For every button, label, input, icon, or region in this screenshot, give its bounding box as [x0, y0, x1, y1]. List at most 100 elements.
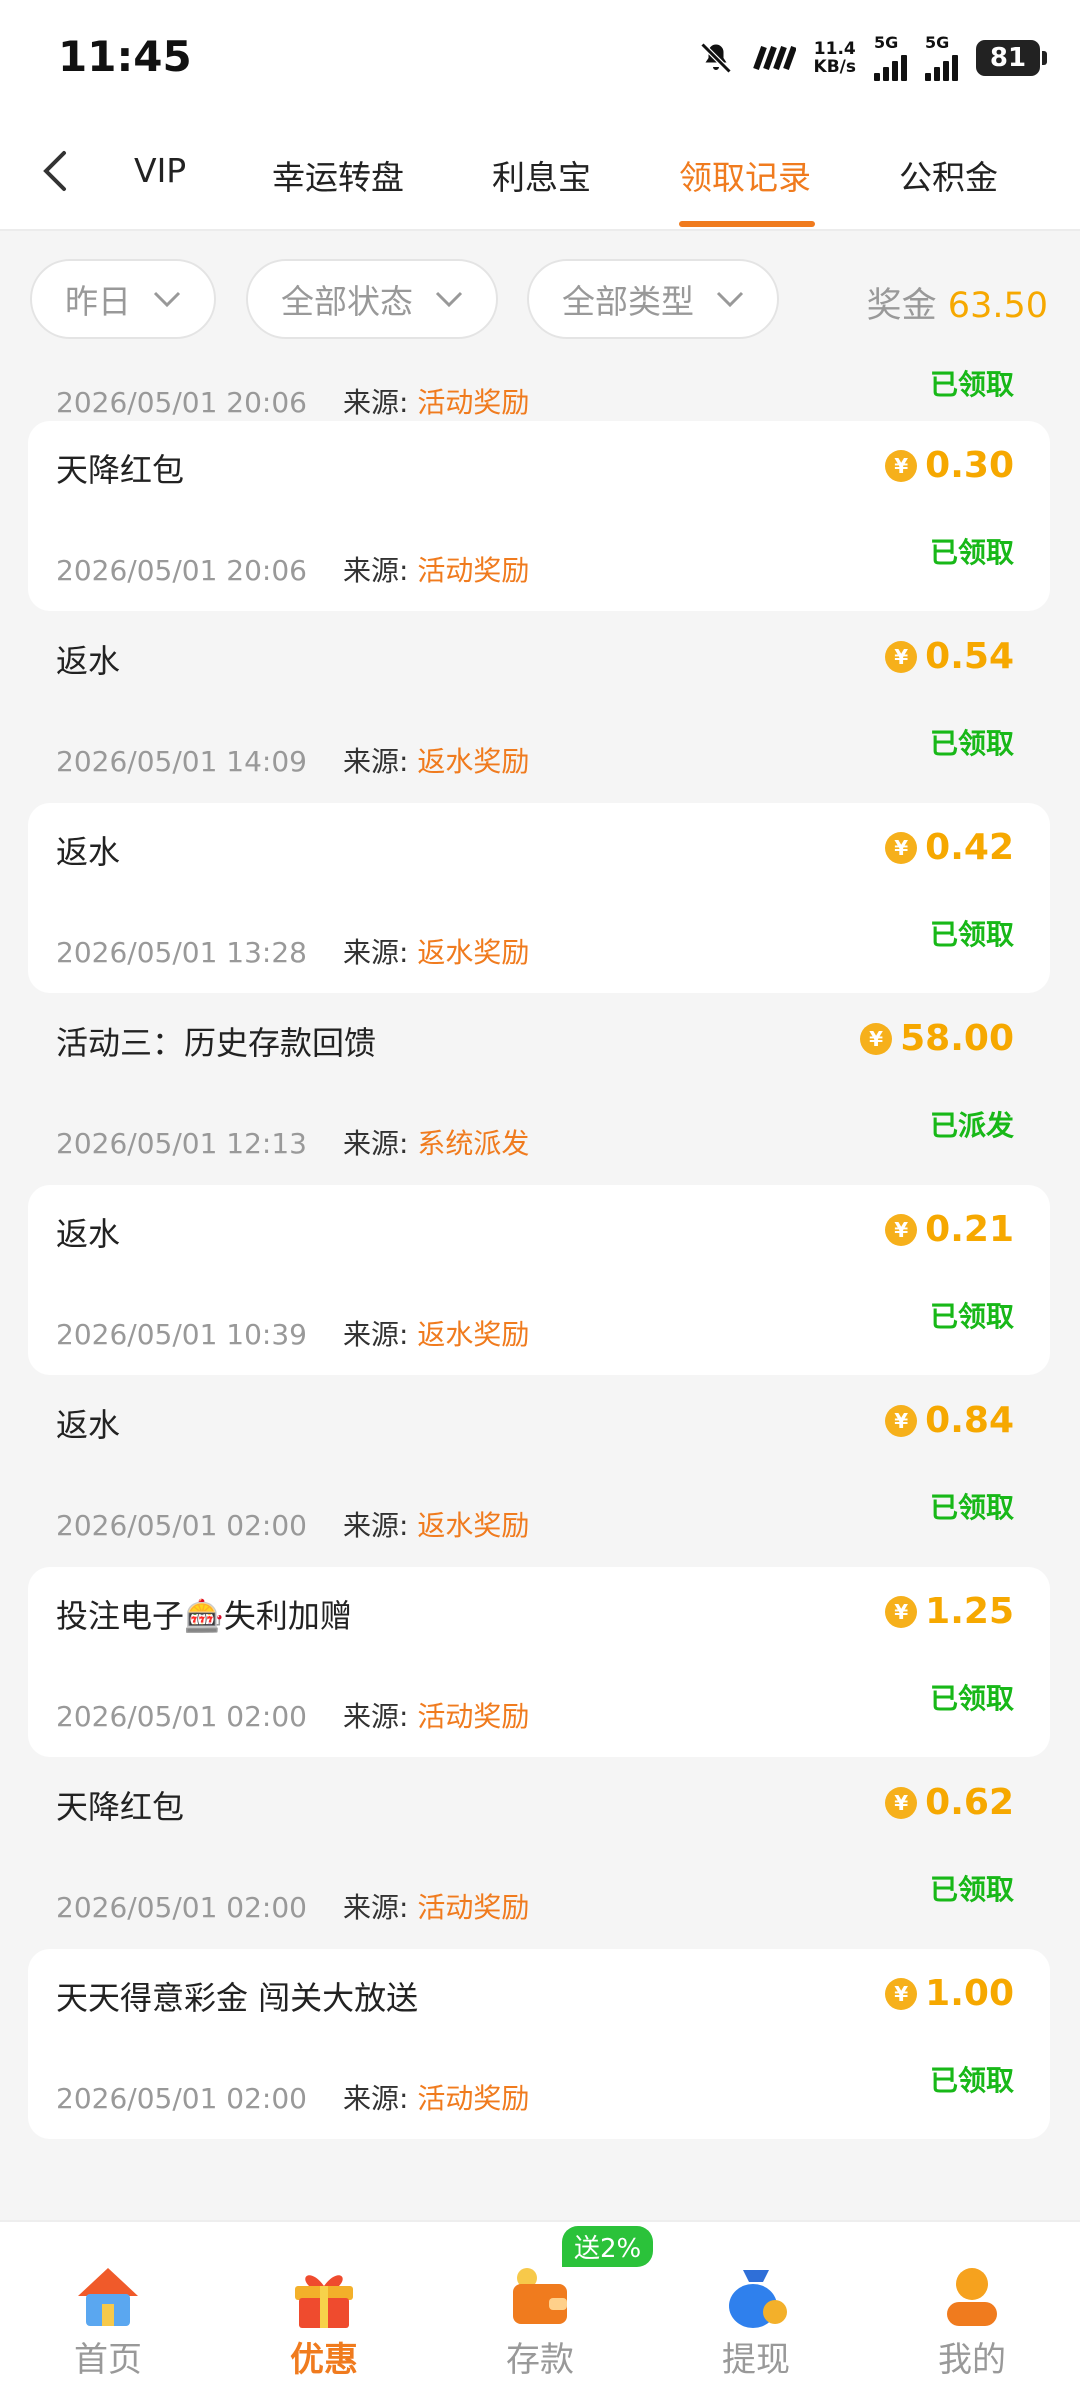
record-title: 返水: [56, 1406, 121, 1444]
record-source: 返水奖励: [417, 1318, 530, 1351]
record-status: 已领取: [929, 727, 1014, 760]
record-source-label: 来源:: [342, 1700, 409, 1733]
record-amount-value: 1.00: [925, 1973, 1014, 2014]
record-source-label: 来源:: [342, 386, 409, 419]
record-source: 返水奖励: [417, 936, 530, 969]
nav-deposit[interactable]: 存款: [460, 2260, 620, 2381]
status-filter[interactable]: 全部状态: [246, 259, 498, 339]
nav-mine-label: 我的: [938, 2340, 1006, 2380]
record-meta: 2026/05/01 20:06 来源: 活动奖励: [56, 381, 529, 421]
nav-withdraw[interactable]: 提现: [676, 2260, 836, 2381]
nav-promo[interactable]: 优惠: [244, 2260, 404, 2381]
record-source: 活动奖励: [417, 554, 530, 587]
record-title: 投注电子🎰失利加赠: [56, 1597, 352, 1635]
record-title: 返水: [56, 642, 121, 680]
record-time: 2026/05/01 10:39: [56, 1318, 307, 1351]
record-title: 天降红包: [56, 1788, 185, 1826]
tab-provident-fund[interactable]: 公积金: [899, 151, 998, 199]
chevron-down-icon: [153, 291, 181, 308]
record-status: 已领取: [929, 1682, 1014, 1715]
record-source: 活动奖励: [417, 2082, 530, 2115]
battery-icon: 81: [976, 40, 1047, 76]
coin-icon: ¥: [885, 1977, 918, 2010]
bonus-label: 奖金: [866, 286, 937, 326]
record-source-label: 来源:: [342, 936, 409, 969]
record-source: 系统派发: [417, 1127, 530, 1160]
record-status: 已领取: [929, 918, 1014, 951]
status-icons: 11.4 KB/s 5G 5G 81: [698, 34, 1047, 82]
record-amount: ¥0.54: [885, 636, 1014, 677]
coin-icon: ¥: [885, 1595, 918, 1628]
signal-1: 5G: [874, 35, 907, 81]
network-logo-icon: [752, 36, 796, 80]
record-source-label: 来源:: [342, 745, 409, 778]
record-time: 2026/05/01 02:00: [56, 1891, 307, 1924]
record-title: 返水: [56, 1215, 121, 1253]
record-amount: ¥0.21: [885, 1209, 1014, 1250]
record-amount: ¥1.25: [885, 1591, 1014, 1632]
signal-2: 5G: [925, 35, 958, 81]
tab-claim-records[interactable]: 领取记录: [679, 151, 811, 199]
record-amount: ¥58.00: [860, 1018, 1014, 1059]
record-amount-value: 58.00: [900, 1018, 1014, 1059]
speed-unit: KB/s: [813, 57, 856, 77]
record-amount-value: 0.42: [925, 827, 1014, 868]
record-meta: 2026/05/01 02:00 来源: 活动奖励: [56, 2077, 529, 2117]
speed-value: 11.4: [813, 39, 856, 59]
type-filter-label: 全部类型: [562, 282, 694, 321]
date-filter[interactable]: 昨日: [30, 259, 216, 339]
record-amount-value: 1.25: [925, 1591, 1014, 1632]
bottom-nav: 送2% 首页 优惠 存款 提现 我的: [0, 2220, 1080, 2400]
coin-icon: ¥: [885, 1404, 918, 1437]
record-time: 2026/05/01 13:28: [56, 936, 307, 969]
tab-lucky-wheel[interactable]: 幸运转盘: [272, 151, 404, 199]
record-amount-value: 0.21: [925, 1209, 1014, 1250]
record-meta: 2026/05/01 20:06 来源: 活动奖励: [56, 549, 529, 589]
nav-mine[interactable]: 我的: [892, 2260, 1052, 2381]
record-amount: ¥0.42: [885, 827, 1014, 868]
tab-vip[interactable]: VIP: [134, 151, 186, 190]
record-list[interactable]: 已领取 2026/05/01 20:06 来源: 活动奖励 天降红包 ¥0.30 …: [0, 363, 1080, 2220]
mute-bell-icon: [698, 36, 734, 80]
user-avatar-icon: [934, 2260, 1010, 2332]
record-amount: ¥0.30: [885, 445, 1014, 486]
record-status: 已领取: [929, 368, 1014, 401]
chevron-down-icon: [435, 291, 463, 308]
record-source-label: 来源:: [342, 1318, 409, 1351]
record-amount: ¥0.84: [885, 1400, 1014, 1441]
record-title: 天天得意彩金 闯关大放送: [56, 1979, 419, 2017]
coin-icon: ¥: [860, 1022, 893, 1055]
record-time: 2026/05/01 02:00: [56, 1700, 307, 1733]
record-source-label: 来源:: [342, 2082, 409, 2115]
type-filter[interactable]: 全部类型: [527, 259, 779, 339]
record-meta: 2026/05/01 02:00 来源: 活动奖励: [56, 1695, 529, 1735]
record-source-label: 来源:: [342, 1891, 409, 1924]
tab-interest[interactable]: 利息宝: [492, 151, 591, 199]
record-time: 2026/05/01 20:06: [56, 554, 307, 587]
record-status: 已领取: [929, 536, 1014, 569]
nav-withdraw-label: 提现: [722, 2340, 790, 2380]
record-meta: 2026/05/01 12:13 来源: 系统派发: [56, 1122, 529, 1162]
record-row: 天天得意彩金 闯关大放送 ¥1.00 已领取 2026/05/01 02:00 来…: [28, 1949, 1050, 2139]
active-tab-indicator: [679, 221, 815, 227]
coin-icon: ¥: [885, 1786, 918, 1819]
record-meta: 2026/05/01 10:39 来源: 返水奖励: [56, 1313, 529, 1353]
record-amount-value: 0.62: [925, 1782, 1014, 1823]
status-time: 11:45: [58, 32, 192, 81]
chevron-down-icon: [716, 291, 744, 308]
record-source-label: 来源:: [342, 1127, 409, 1160]
date-filter-label: 昨日: [65, 282, 131, 321]
record-meta: 2026/05/01 14:09 来源: 返水奖励: [56, 740, 529, 780]
net-type-1: 5G: [874, 33, 899, 52]
record-row: 返水 ¥0.21 已领取 2026/05/01 10:39 来源: 返水奖励: [28, 1185, 1050, 1375]
nav-home-label: 首页: [74, 2340, 142, 2380]
filter-row: 昨日 全部状态 全部类型 奖金 63.50: [0, 231, 1080, 363]
record-row: 返水 ¥0.84 已领取 2026/05/01 02:00 来源: 返水奖励: [28, 1376, 1050, 1566]
wallet-icon: [502, 2260, 578, 2332]
coin-icon: ¥: [885, 640, 918, 673]
nav-home[interactable]: 首页: [28, 2260, 188, 2381]
record-status: 已领取: [929, 2064, 1014, 2097]
record-source: 返水奖励: [417, 1509, 530, 1542]
record-meta: 2026/05/01 02:00 来源: 返水奖励: [56, 1504, 529, 1544]
back-button[interactable]: [30, 141, 80, 201]
